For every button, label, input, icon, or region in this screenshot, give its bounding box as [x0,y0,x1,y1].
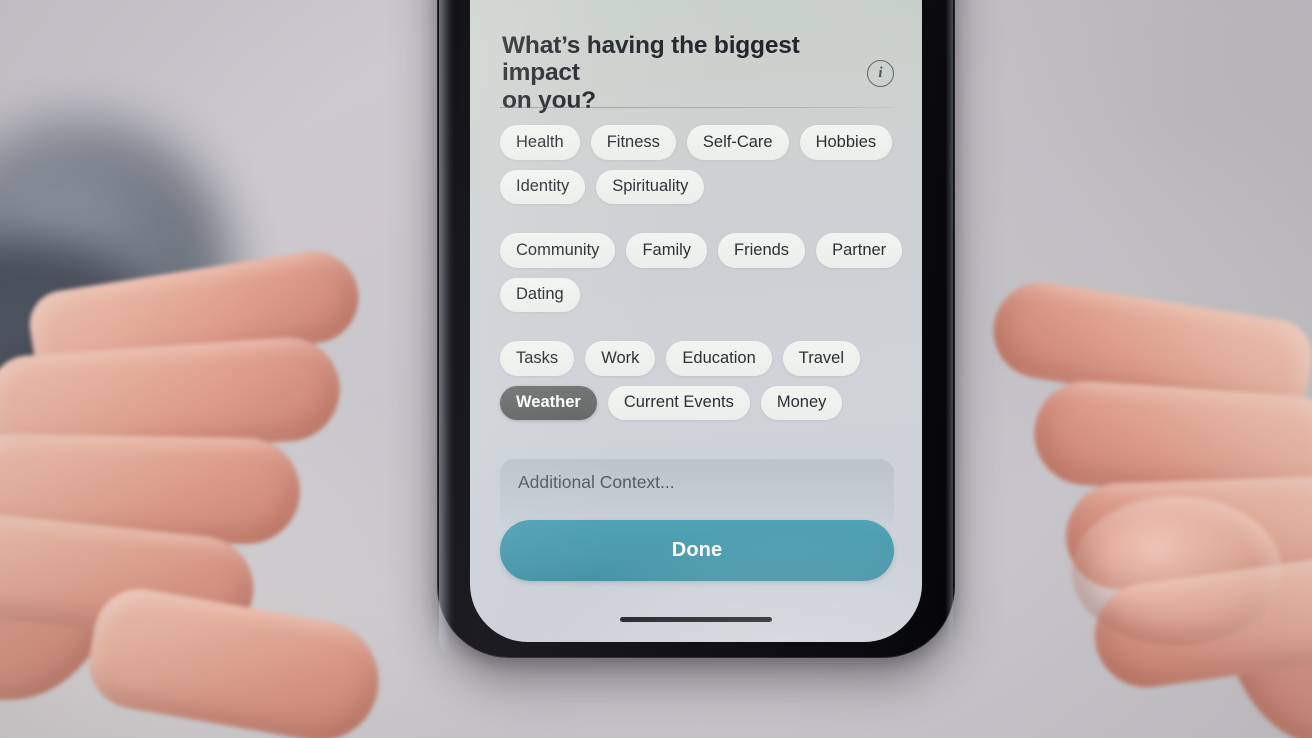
smartphone-device: What’s having the biggest impact on you?… [437,0,955,658]
right-pinky-finger [1088,553,1312,695]
right-ring-finger [1064,475,1312,591]
info-circle-icon[interactable]: i [867,60,894,87]
header-divider [500,107,894,108]
chip-identity[interactable]: Identity [500,169,586,204]
left-index-finger [24,244,366,388]
done-button[interactable]: Done [500,520,894,581]
left-pinky-finger [0,510,259,646]
background-blurred-object [0,120,230,420]
chip-current-events[interactable]: Current Events [607,385,750,420]
chip-hobbies[interactable]: Hobbies [799,125,893,160]
device-edge-highlight-right [943,0,953,656]
background-blurred-object-shadow [0,235,170,445]
chip-education[interactable]: Education [666,341,772,376]
home-indicator-bar[interactable] [620,616,772,622]
background-blurred-object-core [0,330,160,450]
chip-health[interactable]: Health [500,125,580,160]
chip-money[interactable]: Money [760,385,843,420]
left-hand-palm [0,370,120,700]
right-middle-finger [1030,377,1312,503]
chip-travel[interactable]: Travel [782,341,861,376]
screen-header: What’s having the biggest impact on you?… [470,32,922,114]
chip-community[interactable]: Community [500,233,616,268]
chip-group-relationships: Community Family Friends Partner Dating [500,233,904,312]
right-index-finger [986,275,1312,421]
left-thumb [81,581,389,738]
chip-work[interactable]: Work [585,341,656,376]
app-screen-content: What’s having the biggest impact on you?… [470,0,922,642]
chip-partner[interactable]: Partner [816,233,903,268]
chip-group-daily-life: Tasks Work Education Travel Weather Current E… [500,341,904,420]
left-ring-finger [0,433,301,545]
chip-weather[interactable]: Weather [500,385,597,420]
right-hand [952,275,1312,738]
chip-friends[interactable]: Friends [718,233,806,268]
chip-family[interactable]: Family [626,233,708,268]
chip-group-personal: Health Fitness Self-Care Hobbies Identity Spi… [500,125,904,204]
device-edge-highlight-left [439,0,455,656]
phone-screen: What’s having the biggest impact on you?… [470,0,922,642]
left-middle-finger [0,333,344,463]
additional-context-input[interactable]: Additional Context... [500,459,894,529]
additional-context-placeholder: Additional Context... [518,472,675,492]
right-hand-palm [1222,406,1312,738]
chip-spirituality[interactable]: Spirituality [596,169,705,204]
done-button-label: Done [671,539,723,561]
chip-fitness[interactable]: Fitness [590,125,676,160]
right-hand-knuckles [1072,496,1282,646]
left-hand [0,244,410,738]
page-title: What’s having the biggest impact on you? [502,32,800,114]
chip-dating[interactable]: Dating [500,277,580,312]
chip-self-care[interactable]: Self-Care [686,125,789,160]
chip-tasks[interactable]: Tasks [500,341,575,376]
photo-scene: What’s having the biggest impact on you?… [0,0,1312,738]
